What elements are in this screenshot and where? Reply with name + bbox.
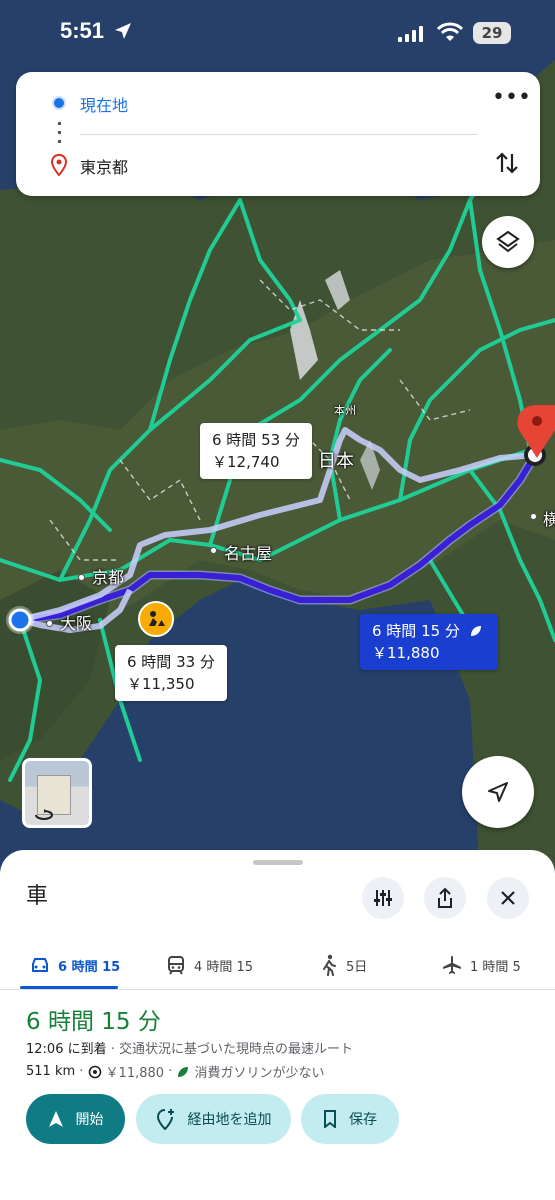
- place-kyoto[interactable]: 京都: [92, 564, 124, 588]
- origin-field[interactable]: 現在地: [80, 92, 128, 116]
- sheet-title: 車: [26, 884, 49, 909]
- tab-label: 1 時間 5: [470, 959, 521, 975]
- bookmark-icon: [324, 1110, 336, 1128]
- map-view[interactable]: 5:51 29 現在地 東京都 ••• 京都 大阪 名古屋 本州 日本 横 6 …: [0, 0, 555, 880]
- directions-sheet: 車 6 時間 15 4 時間 15 5日 1 時間 5 6 時間 15 分 12…: [0, 850, 555, 1200]
- route-label-alt2[interactable]: 6 時間 33 分 ￥11,350: [115, 645, 227, 701]
- route-fare: ￥12,740: [212, 453, 280, 471]
- destination-field[interactable]: 東京都: [80, 154, 128, 178]
- place-honshu: 本州: [334, 404, 356, 417]
- close-icon: [501, 891, 515, 905]
- navigation-icon: [48, 1111, 63, 1127]
- car-icon: [32, 958, 48, 972]
- layers-button[interactable]: [482, 216, 534, 268]
- add-stop-button[interactable]: 経由地を追加: [136, 1094, 291, 1144]
- add-stop-label: 経由地を追加: [187, 1112, 272, 1128]
- route-fare: ￥11,880: [372, 644, 440, 662]
- divider: [80, 134, 478, 135]
- train-icon: [168, 956, 184, 975]
- start-button[interactable]: 開始: [26, 1094, 125, 1144]
- destination-pin-icon: [51, 154, 67, 176]
- save-label: 保存: [349, 1112, 377, 1128]
- directions-card: 現在地 東京都 •••: [16, 72, 540, 196]
- tab-label: 6 時間 15: [58, 959, 121, 975]
- route-duration: 6 時間 15 分: [26, 1009, 161, 1035]
- walk-icon: [323, 954, 336, 976]
- eco-leaf-icon: [178, 1066, 189, 1077]
- eco-note: 消費ガソリンが少ない: [194, 1066, 325, 1081]
- route-fare: ￥11,350: [127, 675, 195, 693]
- travel-mode-tabs: 6 時間 15 4 時間 15 5日 1 時間 5: [0, 940, 555, 990]
- save-button[interactable]: 保存: [301, 1094, 399, 1144]
- share-icon: [438, 887, 452, 908]
- route-info-line: 511 km · ￥11,880 · 消費ガソリンが少ない: [26, 1064, 325, 1081]
- route-time: 6 時間 15 分: [372, 620, 486, 642]
- drag-handle[interactable]: [253, 860, 303, 865]
- more-options-icon[interactable]: •••: [492, 87, 531, 114]
- close-button[interactable]: [487, 877, 529, 919]
- location-arrow-icon: [115, 23, 131, 39]
- plane-icon: [443, 956, 461, 974]
- status-bar: 5:51 29: [0, 0, 555, 64]
- route-time: 6 時間 53 分: [212, 431, 300, 449]
- place-dot: [78, 574, 85, 581]
- route-time: 6 時間 33 分: [127, 653, 215, 671]
- add-location-icon: [156, 1109, 174, 1130]
- tab-car[interactable]: 6 時間 15: [30, 940, 120, 990]
- route-distance: 511 km: [26, 1064, 76, 1079]
- toll-icon: [88, 1065, 101, 1078]
- share-button[interactable]: [424, 877, 466, 919]
- route-label-alt1[interactable]: 6 時間 53 分 ￥12,740: [200, 423, 312, 479]
- cellular-signal-icon: [398, 26, 423, 42]
- tab-transit[interactable]: 4 時間 15: [166, 940, 253, 990]
- battery-indicator: 29: [473, 22, 511, 44]
- navigation-arrow-icon: [488, 782, 508, 802]
- active-tab-indicator: [20, 986, 118, 989]
- rotate-360-icon: [35, 809, 53, 820]
- street-view-thumbnail[interactable]: [22, 758, 92, 828]
- wifi-icon: [437, 22, 463, 41]
- route-dots-icon: [58, 122, 61, 148]
- place-dot: [210, 547, 217, 554]
- arrival-time: 12:06 に到着: [26, 1042, 107, 1057]
- route-options-button[interactable]: [362, 877, 404, 919]
- place-dot: [530, 513, 537, 520]
- tune-icon: [374, 890, 392, 906]
- tab-label: 5日: [346, 959, 368, 975]
- construction-icon[interactable]: [138, 601, 174, 637]
- tab-label: 4 時間 15: [194, 959, 254, 975]
- toll-amount: ￥11,880: [105, 1066, 165, 1081]
- swap-icon[interactable]: [492, 148, 522, 178]
- place-japan: 日本: [318, 451, 354, 472]
- eco-leaf-icon: [470, 626, 481, 636]
- place-nagoya[interactable]: 名古屋: [224, 540, 272, 564]
- start-label: 開始: [75, 1112, 104, 1128]
- route-label-best[interactable]: 6 時間 15 分 ￥11,880: [360, 614, 498, 670]
- place-osaka[interactable]: 大阪: [60, 610, 92, 634]
- place-yoko: 横: [543, 510, 555, 529]
- status-time: 5:51: [60, 18, 105, 43]
- eta-line: 12:06 に到着 · 交通状況に基づいた現時点の最速ルート: [26, 1038, 353, 1057]
- tab-flight[interactable]: 1 時間 5: [442, 940, 521, 990]
- recenter-button[interactable]: [462, 756, 534, 828]
- place-dot: [46, 620, 53, 627]
- tab-walk[interactable]: 5日: [320, 940, 367, 990]
- layers-icon: [496, 230, 520, 253]
- worker-icon: [149, 611, 165, 626]
- origin-dot-icon: [52, 96, 66, 110]
- route-note: · 交通状況に基づいた現時点の最速ルート: [106, 1042, 354, 1057]
